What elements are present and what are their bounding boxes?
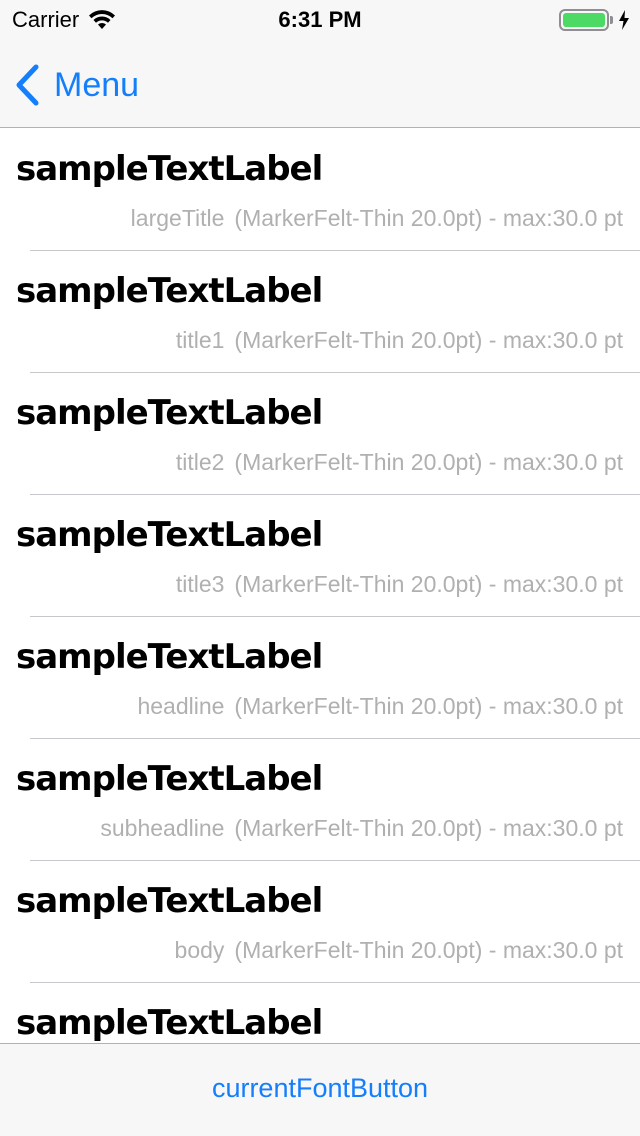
navigation-bar: Menu: [0, 40, 640, 128]
text-style-name: subheadline: [100, 815, 225, 841]
charging-bolt-icon: [619, 10, 629, 30]
back-button[interactable]: Menu: [14, 62, 139, 108]
text-style-name: largeTitle: [130, 205, 225, 231]
battery-level: [563, 13, 605, 27]
battery-tip: [610, 16, 613, 24]
list-row[interactable]: sampleTextLabel headline (MarkerFelt-Thin…: [0, 617, 640, 739]
font-detail-label: headline (MarkerFelt-Thin 20.0pt) - max:3…: [137, 693, 623, 720]
font-info: (MarkerFelt-Thin 20.0pt) - max:30.0 pt: [234, 205, 623, 231]
status-time: 6:31 PM: [278, 7, 362, 32]
sample-text-label: sampleTextLabel: [16, 149, 323, 189]
font-detail-label: title1 (MarkerFelt-Thin 20.0pt) - max:30.…: [176, 327, 623, 354]
list-row[interactable]: sampleTextLabel body (MarkerFelt-Thin 20.…: [0, 861, 640, 983]
font-detail-label: subheadline (MarkerFelt-Thin 20.0pt) - ma…: [100, 815, 623, 842]
status-bar: Carrier 6:31 PM: [0, 0, 640, 40]
font-style-list[interactable]: sampleTextLabel largeTitle (MarkerFelt-Th…: [0, 129, 640, 1043]
chevron-left-icon: [16, 64, 39, 106]
back-button-label: Menu: [54, 65, 140, 104]
sample-text-label: sampleTextLabel: [16, 881, 323, 921]
font-info: (MarkerFelt-Thin 20.0pt) - max:30.0 pt: [234, 693, 623, 719]
text-style-name: headline: [137, 693, 225, 719]
font-info: (MarkerFelt-Thin 20.0pt) - max:30.0 pt: [234, 937, 623, 963]
text-style-name: title1: [175, 327, 225, 353]
text-style-name: body: [174, 937, 225, 963]
screen: Carrier 6:31 PM Menu sampleTextLabel lar…: [0, 0, 640, 1136]
list-row[interactable]: sampleTextLabel subheadline (MarkerFelt-T…: [0, 739, 640, 861]
sample-text-label: sampleTextLabel: [16, 271, 323, 311]
current-font-button[interactable]: currentFontButton: [212, 1073, 428, 1104]
sample-text-label: sampleTextLabel: [16, 637, 323, 677]
list-row[interactable]: sampleTextLabel title1 (MarkerFelt-Thin 2…: [0, 251, 640, 373]
font-info: (MarkerFelt-Thin 20.0pt) - max:30.0 pt: [234, 327, 623, 353]
sample-text-label: sampleTextLabel: [16, 393, 323, 433]
list-row[interactable]: sampleTextLabel title2 (MarkerFelt-Thin 2…: [0, 373, 640, 495]
text-style-name: title2: [175, 449, 225, 475]
font-info: (MarkerFelt-Thin 20.0pt) - max:30.0 pt: [234, 449, 623, 475]
bottom-toolbar: currentFontButton: [0, 1043, 640, 1136]
list-row[interactable]: sampleTextLabel largeTitle (MarkerFelt-Th…: [0, 129, 640, 251]
list-row[interactable]: sampleTextLabel title3 (MarkerFelt-Thin 2…: [0, 495, 640, 617]
font-info: (MarkerFelt-Thin 20.0pt) - max:30.0 pt: [234, 571, 623, 597]
font-detail-label: largeTitle (MarkerFelt-Thin 20.0pt) - max…: [131, 205, 623, 232]
text-style-name: title3: [175, 571, 225, 597]
sample-text-label: sampleTextLabel: [16, 759, 323, 799]
font-detail-label: title3 (MarkerFelt-Thin 20.0pt) - max:30.…: [176, 571, 623, 598]
font-info: (MarkerFelt-Thin 20.0pt) - max:30.0 pt: [234, 815, 623, 841]
sample-text-label: sampleTextLabel: [16, 515, 323, 555]
font-detail-label: body (MarkerFelt-Thin 20.0pt) - max:30.0 …: [175, 937, 623, 964]
battery-icon: [559, 9, 609, 31]
status-right: [559, 9, 630, 31]
sample-text-label: sampleTextLabel: [16, 1003, 323, 1043]
font-detail-label: title2 (MarkerFelt-Thin 20.0pt) - max:30.…: [176, 449, 623, 476]
list-row[interactable]: sampleTextLabel: [0, 983, 640, 1043]
